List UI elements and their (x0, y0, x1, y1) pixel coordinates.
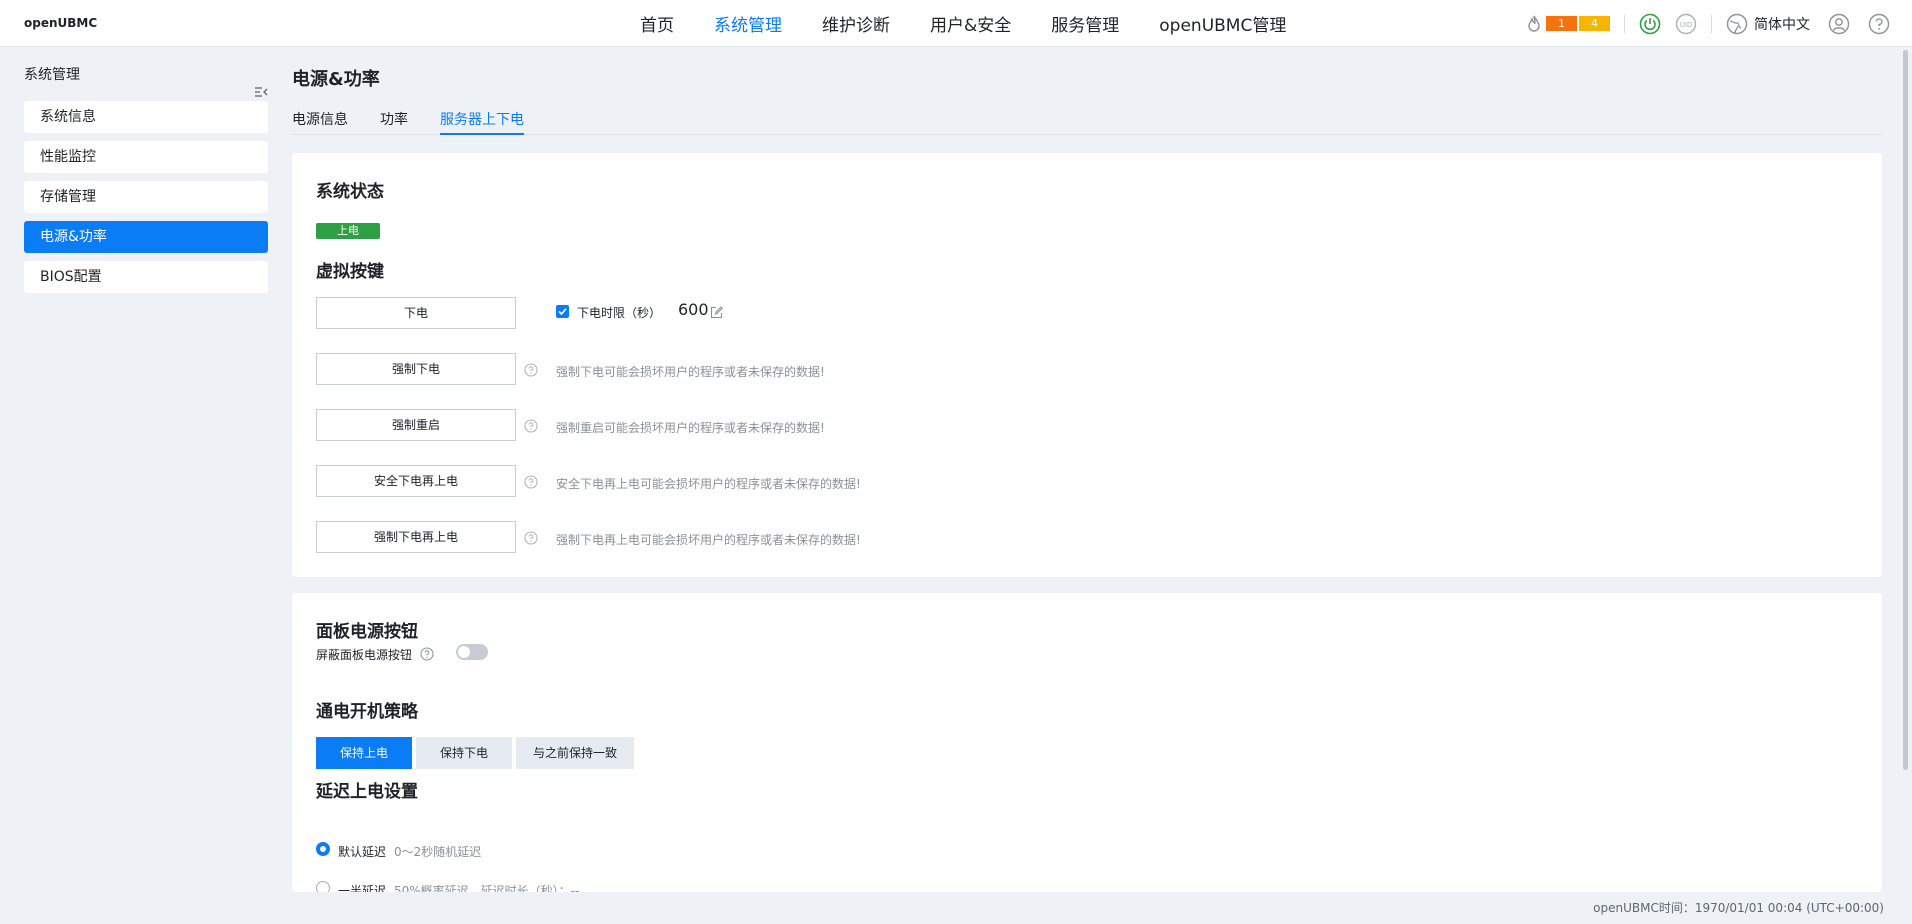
nav-maintenance[interactable]: 维护诊断 (822, 11, 890, 36)
half-delay-radio[interactable] (316, 881, 330, 892)
default-delay-desc: 0～2秒随机延迟 (394, 845, 482, 859)
major-alarm-badge[interactable]: 1 (1546, 16, 1577, 31)
timeout-checkbox[interactable] (556, 305, 569, 318)
power-control-card: 系统状态 上电 虚拟按键 下电 下电时限（秒） 600 强制下电 强制下电可能会… (292, 153, 1882, 577)
default-delay-radio[interactable] (316, 842, 330, 856)
sidebar-item-bios[interactable]: BIOS配置 (24, 261, 268, 293)
uid-icon[interactable]: UID (1675, 13, 1697, 35)
force-power-off-button[interactable]: 强制下电 (316, 353, 516, 385)
tab-bar: 电源信息 功率 服务器上下电 (292, 109, 1882, 135)
mask-panel-button-text: 屏蔽面板电源按钮 (316, 648, 413, 662)
power-state-badge: 上电 (316, 223, 380, 239)
policy-keep-on-button[interactable]: 保持上电 (316, 737, 412, 769)
mask-panel-button-toggle[interactable] (456, 644, 488, 660)
mask-panel-button-label: 屏蔽面板电源按钮 (316, 646, 434, 664)
power-off-button[interactable]: 下电 (316, 297, 516, 329)
divider (1624, 14, 1625, 33)
sidebar: 系统管理 系统信息 性能监控 存储管理 电源&功率 BIOS配置 (24, 47, 268, 301)
safe-power-cycle-warning: 安全下电再上电可能会损坏用户的程序或者未保存的数据! (556, 477, 861, 491)
user-icon[interactable] (1828, 13, 1850, 35)
help-icon[interactable] (1868, 13, 1890, 35)
help-icon[interactable] (524, 418, 538, 437)
virtual-buttons-title: 虚拟按键 (316, 262, 384, 282)
panel-button-title: 面板电源按钮 (316, 622, 418, 642)
minor-alarm-badge[interactable]: 4 (1579, 16, 1610, 31)
sidebar-title-text: 系统管理 (24, 67, 80, 83)
tab-server-power-control[interactable]: 服务器上下电 (440, 109, 524, 135)
help-icon[interactable] (524, 474, 538, 493)
force-restart-button[interactable]: 强制重启 (316, 409, 516, 441)
power-status-icon[interactable] (1639, 13, 1661, 35)
delay-settings-title: 延迟上电设置 (316, 782, 418, 802)
nav-openubmc-management[interactable]: openUBMC管理 (1159, 11, 1286, 36)
fire-icon[interactable] (1526, 15, 1542, 33)
help-icon[interactable] (524, 530, 538, 549)
half-delay-label: 一半延迟 (338, 884, 387, 892)
page-scrollbar[interactable] (1903, 50, 1908, 770)
divider (1711, 14, 1712, 33)
help-icon[interactable] (524, 362, 538, 381)
collapse-sidebar-icon[interactable] (254, 67, 268, 123)
sidebar-item-system-info[interactable]: 系统信息 (24, 101, 268, 133)
globe-icon[interactable] (1726, 13, 1748, 35)
timeout-checkbox-label: 下电时限（秒） (577, 306, 662, 320)
help-icon[interactable] (420, 647, 434, 664)
svg-text:UID: UID (1680, 21, 1693, 29)
power-policy-card: 面板电源按钮 屏蔽面板电源按钮 通电开机策略 保持上电 保持下电 与之前保持一致… (292, 593, 1882, 892)
sidebar-item-power[interactable]: 电源&功率 (24, 221, 268, 253)
tab-power-consumption[interactable]: 功率 (380, 109, 408, 135)
nav-user-security[interactable]: 用户&安全 (930, 11, 1011, 36)
system-status-title: 系统状态 (316, 182, 384, 202)
timeout-value: 600 (678, 300, 709, 319)
half-delay-desc: 50%概率延迟，延迟时长（秒）：-- (394, 884, 580, 892)
nav-service-management[interactable]: 服务管理 (1051, 11, 1119, 36)
sidebar-item-performance-monitor[interactable]: 性能监控 (24, 141, 268, 173)
sidebar-item-storage[interactable]: 存储管理 (24, 181, 268, 213)
edit-icon[interactable] (710, 304, 723, 323)
safe-power-cycle-button[interactable]: 安全下电再上电 (316, 465, 516, 497)
force-power-cycle-button[interactable]: 强制下电再上电 (316, 521, 516, 553)
page-title: 电源&功率 (292, 69, 380, 90)
force-power-cycle-warning: 强制下电再上电可能会损坏用户的程序或者未保存的数据! (556, 533, 861, 547)
main-nav: 首页 系统管理 维护诊断 用户&安全 服务管理 openUBMC管理 (640, 0, 1326, 47)
main-content: 电源&功率 电源信息 功率 服务器上下电 系统状态 上电 虚拟按键 下电 下电时… (292, 47, 1882, 892)
power-on-policy-title: 通电开机策略 (316, 702, 418, 722)
nav-home[interactable]: 首页 (640, 11, 674, 36)
top-bar: openUBMC 首页 系统管理 维护诊断 用户&安全 服务管理 openUBM… (0, 0, 1912, 47)
sidebar-title: 系统管理 (24, 47, 268, 101)
language-selector[interactable]: 简体中文 (1754, 14, 1810, 34)
force-power-off-warning: 强制下电可能会损坏用户的程序或者未保存的数据! (556, 365, 825, 379)
force-restart-warning: 强制重启可能会损坏用户的程序或者未保存的数据! (556, 421, 825, 435)
policy-restore-previous-button[interactable]: 与之前保持一致 (516, 737, 634, 769)
brand-logo[interactable]: openUBMC (24, 16, 97, 30)
default-delay-label: 默认延迟 (338, 845, 387, 859)
footer-time: openUBMC时间：1970/01/01 00:04 (UTC+00:00) (1593, 901, 1884, 915)
tab-power-info[interactable]: 电源信息 (292, 109, 348, 135)
nav-system-management[interactable]: 系统管理 (714, 11, 782, 36)
top-right-toolbar: 1 4 UID 简体中文 (1526, 0, 1890, 47)
policy-keep-off-button[interactable]: 保持下电 (416, 737, 512, 769)
